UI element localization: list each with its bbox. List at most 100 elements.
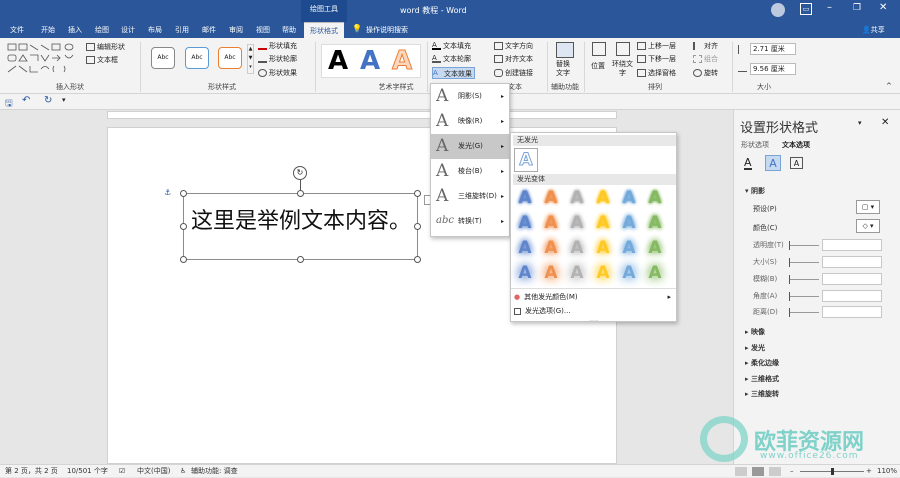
transparency-input[interactable]: [822, 239, 882, 251]
accessibility-status[interactable]: 辅助功能: 调查: [191, 465, 238, 478]
menu-item-shadow[interactable]: A 阴影(S) ▸: [431, 84, 510, 109]
glow-variant-option[interactable]: A: [645, 238, 665, 258]
section-glow[interactable]: ▸ 发光: [745, 343, 765, 353]
tab-layout[interactable]: 布局: [143, 22, 167, 38]
group-button[interactable]: 组合: [693, 53, 718, 65]
preset-dropdown[interactable]: ▢ ▾: [856, 200, 880, 214]
distance-slider[interactable]: [789, 308, 819, 317]
pane-close-icon[interactable]: ✕: [881, 117, 889, 128]
text-box-shape[interactable]: 这里是举例文本内容。: [183, 193, 418, 260]
close-icon[interactable]: ✕: [879, 2, 887, 13]
tab-insert[interactable]: 插入: [63, 22, 87, 38]
shapes-gallery[interactable]: [6, 42, 84, 78]
section-reflection[interactable]: ▸ 映像: [745, 327, 765, 337]
ribbon-display-icon[interactable]: ▭: [800, 3, 812, 15]
minimize-icon[interactable]: –: [827, 2, 832, 13]
customize-qat-icon[interactable]: ▾: [62, 96, 66, 104]
glow-variant-option[interactable]: A: [619, 188, 639, 208]
zoom-in-icon[interactable]: +: [866, 465, 872, 478]
text-effects-button[interactable]: A 文本效果: [432, 67, 475, 79]
glow-variant-option[interactable]: A: [645, 188, 665, 208]
redo-icon[interactable]: ↻: [44, 95, 52, 106]
tab-review[interactable]: 审阅: [224, 22, 248, 38]
transparency-slider[interactable]: [789, 241, 819, 250]
resize-handle-t[interactable]: [297, 190, 304, 197]
glow-variant-option[interactable]: A: [567, 263, 587, 283]
restore-icon[interactable]: ❐: [853, 3, 861, 13]
section-3d-rotation[interactable]: ▸ 三维旋转: [745, 389, 779, 399]
zoom-level[interactable]: 110%: [877, 465, 897, 478]
glow-variant-option[interactable]: A: [515, 263, 535, 283]
text-fill-button[interactable]: A 文本填充: [432, 40, 471, 52]
angle-input[interactable]: [822, 290, 882, 302]
tab-mailings[interactable]: 邮件: [197, 22, 221, 38]
shape-effects-button[interactable]: 形状效果: [258, 67, 297, 79]
glow-variant-option[interactable]: A: [593, 188, 613, 208]
selection-pane-button[interactable]: 选择窗格: [637, 67, 676, 79]
resize-handle-tr[interactable]: [414, 190, 421, 197]
section-3d-format[interactable]: ▸ 三维格式: [745, 374, 779, 384]
pane-tab-text[interactable]: 文本选项: [782, 140, 810, 150]
text-fill-outline-icon[interactable]: A: [744, 156, 752, 170]
no-glow-option[interactable]: A: [514, 148, 538, 172]
bring-forward-button[interactable]: 上移一层: [637, 40, 676, 52]
wordart-black[interactable]: A: [328, 46, 348, 76]
tab-design[interactable]: 设计: [116, 22, 140, 38]
create-link-button[interactable]: 创建链接: [494, 67, 533, 79]
shape-outline-button[interactable]: 形状轮廓: [258, 53, 297, 65]
read-mode-icon[interactable]: [735, 467, 747, 476]
resize-handle-bl[interactable]: [180, 256, 187, 263]
align-button[interactable]: 对齐: [693, 40, 718, 52]
glow-variant-option[interactable]: A: [567, 213, 587, 233]
glow-variant-option[interactable]: A: [541, 263, 561, 283]
height-input[interactable]: 2.71 厘米: [750, 43, 796, 55]
share-button[interactable]: 👤共享: [862, 25, 885, 35]
section-shadow[interactable]: ▾ 阴影: [745, 186, 765, 196]
size-slider[interactable]: [789, 258, 819, 267]
language[interactable]: 中文(中国): [137, 465, 170, 478]
undo-icon[interactable]: ↶: [22, 95, 30, 106]
glow-variant-option[interactable]: A: [619, 213, 639, 233]
more-glow-colors-item[interactable]: ● 其他发光颜色(M) ▸: [514, 291, 675, 304]
tab-home[interactable]: 开始: [36, 22, 60, 38]
edit-shape-button[interactable]: 编辑形状: [86, 41, 125, 53]
glow-variant-option[interactable]: A: [593, 213, 613, 233]
rotate-handle[interactable]: ↻: [293, 166, 307, 180]
alt-text-button[interactable]: 替换 文字: [556, 60, 570, 80]
glow-variant-option[interactable]: A: [515, 238, 535, 258]
menu-item-bevel[interactable]: A 棱台(B) ▸: [431, 159, 510, 184]
tab-draw[interactable]: 绘图: [90, 22, 114, 38]
distance-input[interactable]: [822, 306, 882, 318]
glow-variant-option[interactable]: A: [593, 238, 613, 258]
color-dropdown[interactable]: ◇ ▾: [856, 219, 880, 233]
proofing-icon[interactable]: ☑: [119, 465, 125, 478]
resize-handle-br[interactable]: [414, 256, 421, 263]
text-outline-button[interactable]: A 文本轮廓: [432, 53, 471, 65]
glow-variant-option[interactable]: A: [593, 263, 613, 283]
align-text-button[interactable]: 对齐文本: [494, 53, 533, 65]
text-effects-pane-icon[interactable]: A: [765, 155, 781, 171]
glow-variant-option[interactable]: A: [541, 188, 561, 208]
position-button[interactable]: 位置: [591, 60, 605, 72]
glow-variant-option[interactable]: A: [515, 188, 535, 208]
blur-slider[interactable]: [789, 275, 819, 284]
pane-tab-shape[interactable]: 形状选项: [741, 140, 769, 150]
glow-variant-option[interactable]: A: [619, 263, 639, 283]
text-box-button[interactable]: 文本框: [86, 54, 118, 66]
rotate-button[interactable]: 旋转: [693, 67, 718, 79]
wordart-gallery[interactable]: A A A: [321, 44, 421, 78]
avatar[interactable]: [771, 3, 785, 17]
width-input[interactable]: 9.56 厘米: [750, 63, 796, 75]
resize-handle-r[interactable]: [414, 223, 421, 230]
wrap-text-button[interactable]: 环绕文 字: [612, 60, 633, 80]
shape-style-1[interactable]: Abc: [151, 47, 175, 69]
blur-input[interactable]: [822, 273, 882, 285]
text-box-content[interactable]: 这里是举例文本内容。: [191, 203, 411, 235]
menu-item-transform[interactable]: abc 转换(T) ▸: [431, 209, 510, 234]
shape-style-2[interactable]: Abc: [185, 47, 209, 69]
text-direction-button[interactable]: 文字方向: [494, 40, 533, 52]
glow-variant-option[interactable]: A: [515, 213, 535, 233]
wordart-orange[interactable]: A: [391, 46, 412, 77]
tab-references[interactable]: 引用: [170, 22, 194, 38]
menu-item-3d-rotation[interactable]: A 三维旋转(D) ▸: [431, 184, 510, 209]
